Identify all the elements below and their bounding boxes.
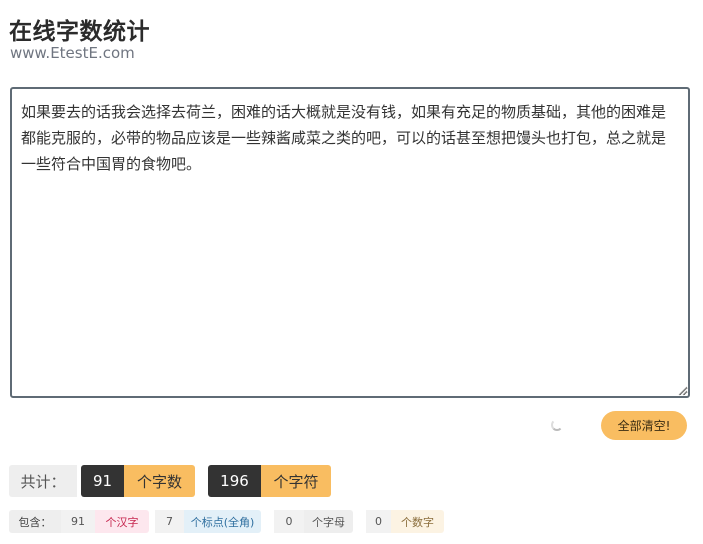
digit-count: 0 [366, 510, 391, 533]
stats-summary: 共计： 91 个字数 196 个字符 [9, 465, 331, 497]
punct-unit: 个标点(全角) [184, 510, 261, 533]
punct-count: 7 [155, 510, 184, 533]
clear-all-button[interactable]: 全部清空! [601, 411, 687, 440]
text-input[interactable]: 如果要去的话我会选择去荷兰，困难的话大概就是没有钱，如果有充足的物质基础，其他的… [10, 87, 690, 398]
site-url: www.EtestE.com [10, 44, 135, 62]
stats-total-label: 共计： [9, 465, 77, 497]
breakdown-label: 包含： [9, 510, 61, 533]
digit-unit: 个数字 [391, 510, 444, 533]
char-count: 91 [81, 465, 124, 497]
page-title: 在线字数统计 [9, 19, 150, 45]
letter-unit: 个字母 [304, 510, 353, 533]
char-count-unit: 个字数 [124, 465, 195, 497]
symbol-count: 196 [208, 465, 261, 497]
loading-spinner-icon [551, 419, 563, 431]
symbol-count-unit: 个字符 [261, 465, 331, 497]
letter-count: 0 [274, 510, 304, 533]
stats-breakdown: 包含： 91 个汉字 7 个标点(全角) 0 个字母 0 个数字 [9, 510, 444, 533]
hanzi-count: 91 [61, 510, 95, 533]
hanzi-unit: 个汉字 [95, 510, 149, 533]
resize-handle-icon[interactable] [677, 385, 688, 396]
